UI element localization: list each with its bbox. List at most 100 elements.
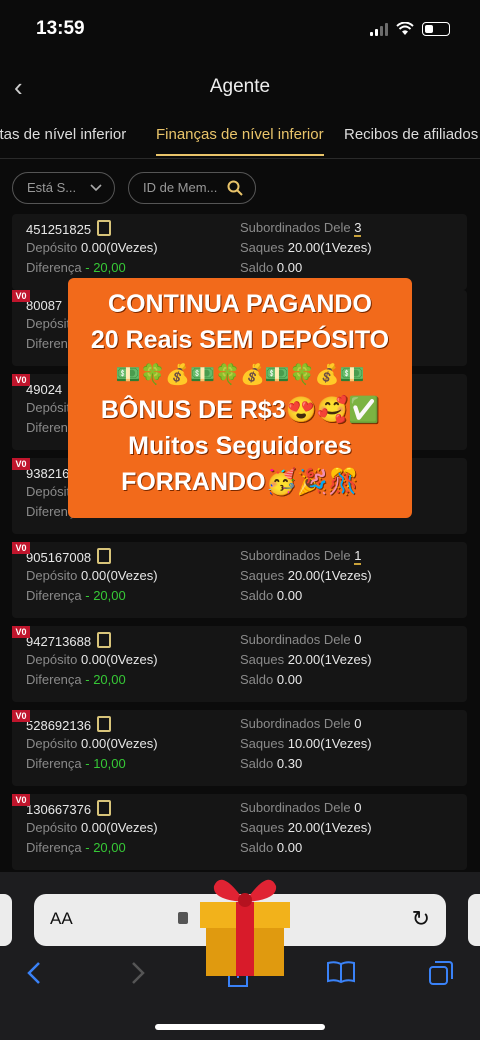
record-card: 905167008 Depósito 0.00(0Vezes) Diferença … — [12, 542, 467, 618]
difference-value: - 20,00 — [85, 672, 126, 687]
difference-label: Diferença — [26, 840, 82, 855]
copy-icon[interactable] — [97, 632, 112, 648]
vip-badge: V0 — [12, 626, 30, 638]
copy-icon[interactable] — [97, 716, 112, 732]
vip-badge: V0 — [12, 794, 30, 806]
subordinates-value: 0 — [354, 716, 362, 731]
withdrawals-row: Saques 20.00(1Vezes) — [240, 652, 372, 667]
subordinates-row: Subordinados Dele 0 — [240, 800, 361, 815]
status-icons — [370, 22, 450, 36]
balance-row: Saldo 0.00 — [240, 588, 302, 603]
vip-badge: V0 — [12, 542, 30, 554]
filter-bar: Está S... ID de Mem... — [0, 172, 480, 208]
reload-icon[interactable]: ↻ — [412, 906, 430, 932]
reader-aa-button[interactable]: AA — [50, 909, 73, 929]
deposit-value: 0.00(0Vezes) — [80, 820, 158, 835]
book-icon[interactable] — [326, 960, 356, 984]
member-id-row: 905167008 — [26, 548, 112, 565]
member-id-row: 942713688 — [26, 632, 112, 649]
deposit-value: 0.00(0Vezes) — [80, 736, 158, 751]
subordinates-row: Subordinados Dele 0 — [240, 716, 361, 731]
tab-bar: stas de nível inferior Finanças de nível… — [0, 116, 480, 159]
member-id-row: 130667376 — [26, 800, 112, 817]
tab-lower-bets[interactable]: stas de nível inferior — [0, 126, 126, 143]
difference-value: - 20,00 — [85, 260, 126, 275]
previous-tab-peek[interactable] — [0, 894, 12, 946]
status-bar: 13:59 — [0, 0, 480, 60]
page-title: Agente — [209, 76, 271, 97]
vip-badge: V0 — [12, 374, 30, 386]
withdrawals-row: Saques 20.00(1Vezes) — [240, 568, 372, 583]
back-arrow-icon[interactable] — [24, 960, 44, 986]
subordinates-row: Subordinados Dele 0 — [240, 632, 361, 647]
tab-affiliate-receipts[interactable]: Recibos de afiliados — [344, 126, 478, 143]
promo-line-1: CONTINUA PAGANDO — [108, 290, 372, 318]
member-id: 528692136 — [26, 718, 92, 733]
balance-value: 0.00 — [276, 840, 303, 855]
search-icon — [227, 180, 243, 196]
forward-arrow-icon[interactable] — [128, 960, 148, 986]
balance-row: Saldo 0.00 — [240, 260, 302, 275]
copy-icon[interactable] — [97, 548, 112, 564]
deposit-label: Depósito — [26, 240, 78, 255]
difference-row: Diferença - 20,00 — [26, 588, 126, 603]
copy-icon[interactable] — [97, 800, 112, 816]
balance-label: Saldo — [240, 756, 274, 771]
withdrawals-value: 20.00(1Vezes) — [287, 240, 372, 255]
clock: 13:59 — [36, 18, 85, 39]
member-id: 49024 — [26, 382, 63, 397]
difference-row: Diferença - 20,00 — [26, 672, 126, 687]
subordinates-value[interactable]: 1 — [354, 548, 362, 565]
subordinates-row: Subordinados Dele 1 — [240, 548, 362, 565]
nav-bar: ‹ Agente — [0, 66, 480, 110]
member-id-placeholder: ID de Mem... — [143, 180, 218, 195]
member-id: 942713688 — [26, 634, 92, 649]
copy-icon[interactable] — [97, 220, 112, 236]
withdrawals-label: Saques — [240, 820, 285, 835]
member-id: 130667376 — [26, 802, 92, 817]
deposit-row: Depósito 0.00(0Vezes) — [26, 568, 158, 583]
tabs-icon[interactable] — [428, 960, 454, 986]
balance-value: 0.30 — [276, 756, 303, 771]
withdrawals-label: Saques — [240, 240, 285, 255]
difference-label: Diferença — [26, 756, 82, 771]
deposit-value: 0.00(0Vezes) — [80, 568, 158, 583]
subordinates-label: Subordinados Dele — [240, 716, 351, 731]
promo-line-5: FORRANDO🥳🎉🎊 — [121, 468, 359, 496]
difference-value: - 20,00 — [85, 840, 126, 855]
withdrawals-label: Saques — [240, 736, 285, 751]
withdrawals-value: 10.00(1Vezes) — [287, 736, 372, 751]
home-indicator — [155, 1024, 325, 1030]
wifi-icon — [396, 22, 414, 35]
deposit-row: Depósito 0.00(0Vezes) — [26, 820, 158, 835]
signal-icon — [370, 22, 388, 36]
withdrawals-row: Saques 10.00(1Vezes) — [240, 736, 372, 751]
subordinates-value[interactable]: 3 — [354, 220, 362, 237]
tab-lower-finances[interactable]: Finanças de nível inferior — [156, 126, 324, 143]
status-select[interactable]: Está S... — [12, 172, 115, 204]
difference-label: Diferença — [26, 588, 82, 603]
subordinates-label: Subordinados Dele — [240, 632, 351, 647]
member-id: 80087 — [26, 298, 63, 313]
deposit-label: Depósito — [26, 568, 78, 583]
withdrawals-label: Saques — [240, 652, 285, 667]
next-tab-peek[interactable] — [468, 894, 480, 946]
balance-value: 0.00 — [276, 588, 303, 603]
status-select-value: Está S... — [27, 180, 77, 195]
battery-icon — [422, 22, 450, 36]
subordinates-row: Subordinados Dele 3 — [240, 220, 362, 237]
promo-emoji-row: 💵🍀💰💵🍀💰💵🍀💰💵 — [115, 364, 365, 386]
promo-line-2: 20 Reais SEM DEPÓSITO — [90, 326, 390, 354]
subordinates-label: Subordinados Dele — [240, 220, 351, 235]
balance-label: Saldo — [240, 672, 274, 687]
difference-label: Diferença — [26, 672, 82, 687]
difference-value: - 10,00 — [85, 756, 126, 771]
difference-row: Diferença - 20,00 — [26, 260, 126, 275]
subordinates-value: 0 — [354, 632, 362, 647]
active-tab-indicator — [156, 154, 324, 156]
balance-value: 0.00 — [276, 672, 303, 687]
difference-label: Diferença — [26, 260, 82, 275]
promo-line-4: Muitos Seguidores — [128, 432, 352, 460]
subordinates-value: 0 — [354, 800, 362, 815]
member-id-search[interactable]: ID de Mem... — [128, 172, 256, 204]
